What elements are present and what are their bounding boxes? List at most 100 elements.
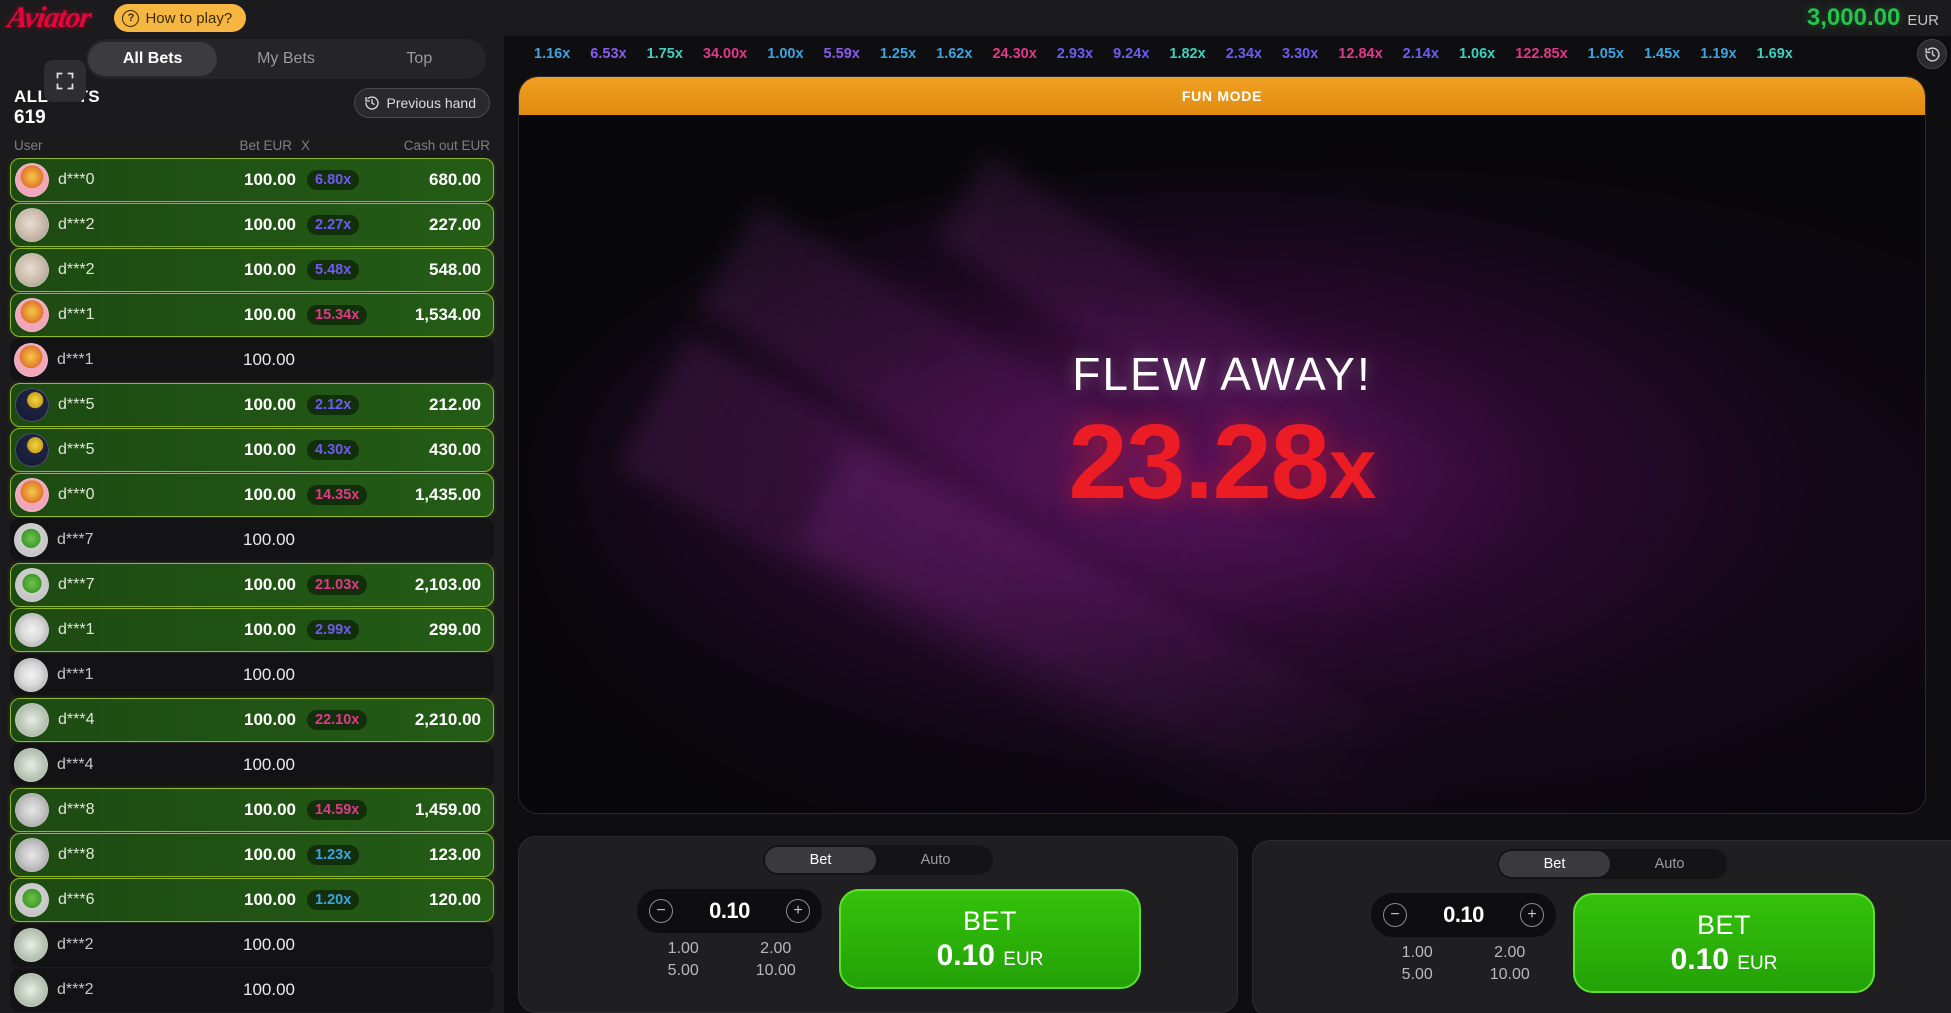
bet-amount: 100.00 bbox=[244, 485, 296, 504]
multiplier-history-chip[interactable]: 2.34x bbox=[1216, 46, 1272, 62]
avatar bbox=[15, 838, 49, 872]
table-row[interactable]: d***1 100.00 2.99x 299.00 bbox=[10, 608, 494, 652]
bet-multiplier-cell: 15.34x bbox=[296, 305, 382, 325]
table-row[interactable]: d***0 100.00 14.35x 1,435.00 bbox=[10, 473, 494, 517]
bet-user-name: d***5 bbox=[58, 441, 95, 458]
aviator-game-window: Aviator ? How to play? 3,000.00 EUR All … bbox=[0, 0, 1951, 1013]
game-area: 1.16x 6.53x 1.75x 34.00x 1.00x 5.59x 1.25x 1.62… bbox=[518, 36, 1951, 826]
quick-stake-1[interactable]: 1.00 bbox=[1371, 944, 1464, 962]
balance-display: 3,000.00 EUR bbox=[1807, 4, 1939, 32]
bet-multiplier-chip: 21.03x bbox=[307, 575, 368, 595]
bet-auto-toggle-left: Bet Auto bbox=[763, 845, 993, 875]
avatar bbox=[15, 703, 49, 737]
bet-multiplier-chip: 15.34x bbox=[307, 305, 368, 325]
multiplier-history-chip[interactable]: 1.19x bbox=[1690, 46, 1746, 62]
multiplier-history-chip[interactable]: 5.59x bbox=[814, 46, 870, 62]
quick-stake-10[interactable]: 10.00 bbox=[730, 962, 823, 980]
bet-amount: 100.00 bbox=[244, 215, 296, 234]
bet-multiplier-chip: 5.48x bbox=[307, 260, 360, 280]
table-row[interactable]: d***2 100.00 bbox=[10, 968, 494, 1012]
table-row[interactable]: d***2 100.00 5.48x 548.00 bbox=[10, 248, 494, 292]
multiplier-history-chip[interactable]: 12.84x bbox=[1328, 46, 1392, 62]
multiplier-history-chip[interactable]: 1.82x bbox=[1159, 46, 1215, 62]
table-row[interactable]: d***5 100.00 2.12x 212.00 bbox=[10, 383, 494, 427]
tab-my-bets[interactable]: My Bets bbox=[221, 42, 350, 76]
bet-multiplier-chip: 2.12x bbox=[307, 395, 360, 415]
multiplier-history-chip[interactable]: 1.45x bbox=[1634, 46, 1690, 62]
previous-hand-button[interactable]: Previous hand bbox=[354, 88, 490, 118]
table-row[interactable]: d***4 100.00 22.10x 2,210.00 bbox=[10, 698, 494, 742]
multiplier-history-chip[interactable]: 6.53x bbox=[580, 46, 636, 62]
avatar bbox=[14, 748, 48, 782]
table-row[interactable]: d***1 100.00 15.34x 1,534.00 bbox=[10, 293, 494, 337]
fullscreen-icon[interactable] bbox=[44, 60, 86, 102]
multiplier-history-chip[interactable]: 2.93x bbox=[1047, 46, 1103, 62]
bet-cash-out: 120.00 bbox=[429, 890, 481, 909]
multiplier-history-chip[interactable]: 1.75x bbox=[637, 46, 693, 62]
quick-stake-1[interactable]: 1.00 bbox=[637, 940, 730, 958]
table-row[interactable]: d***0 100.00 6.80x 680.00 bbox=[10, 158, 494, 202]
quick-stake-5[interactable]: 5.00 bbox=[1371, 966, 1464, 984]
column-multiplier: X bbox=[301, 137, 311, 153]
multiplier-history-chip[interactable]: 3.30x bbox=[1272, 46, 1328, 62]
table-row[interactable]: d***4 100.00 bbox=[10, 743, 494, 787]
bet-multiplier-chip: 4.30x bbox=[307, 440, 360, 460]
table-row[interactable]: d***8 100.00 1.23x 123.00 bbox=[10, 833, 494, 877]
quick-stake-2[interactable]: 2.00 bbox=[1464, 944, 1557, 962]
tab-top[interactable]: Top bbox=[355, 42, 484, 76]
stake-value-left[interactable]: 0.10 bbox=[709, 898, 750, 924]
multiplier-history-chip[interactable]: 9.24x bbox=[1103, 46, 1159, 62]
tab-all-bets[interactable]: All Bets bbox=[88, 42, 218, 76]
multiplier-history-chip[interactable]: 122.85x bbox=[1505, 46, 1577, 62]
bet-multiplier-cell: 21.03x bbox=[296, 575, 382, 595]
bet-cash-out: 430.00 bbox=[429, 440, 481, 459]
tab-auto-right[interactable]: Auto bbox=[1614, 851, 1725, 877]
place-bet-label-left: BET bbox=[962, 905, 1017, 936]
bet-amount: 100.00 bbox=[244, 575, 296, 594]
table-row[interactable]: d***6 100.00 1.20x 120.00 bbox=[10, 878, 494, 922]
multiplier-history-chip[interactable]: 1.00x bbox=[757, 46, 813, 62]
table-row[interactable]: d***7 100.00 21.03x 2,103.00 bbox=[10, 563, 494, 607]
table-row[interactable]: d***2 100.00 2.27x 227.00 bbox=[10, 203, 494, 247]
stake-controls-left: − 0.10 + 1.00 2.00 5.00 10.00 bbox=[637, 889, 822, 980]
round-history-icon[interactable] bbox=[1917, 39, 1947, 69]
multiplier-history-chip[interactable]: 34.00x bbox=[693, 46, 757, 62]
bet-multiplier-chip: 14.59x bbox=[307, 800, 368, 820]
table-row[interactable]: d***1 100.00 bbox=[10, 653, 494, 697]
plus-icon[interactable]: + bbox=[785, 899, 810, 923]
multiplier-history-chip[interactable]: 1.06x bbox=[1449, 46, 1505, 62]
table-row[interactable]: d***2 100.00 bbox=[10, 923, 494, 967]
table-row[interactable]: d***7 100.00 bbox=[10, 518, 494, 562]
tab-auto-left[interactable]: Auto bbox=[880, 847, 991, 873]
multiplier-history-chip[interactable]: 2.14x bbox=[1393, 46, 1449, 62]
all-bets-panel: All Bets My Bets Top ALL BETS 619 Previo… bbox=[0, 36, 504, 1013]
tab-bet-left[interactable]: Bet bbox=[765, 847, 876, 873]
column-cash-out: Cash out EUR bbox=[403, 137, 490, 153]
place-bet-button-left[interactable]: BET 0.10 EUR bbox=[839, 889, 1141, 989]
multiplier-history-chip[interactable]: 1.05x bbox=[1578, 46, 1634, 62]
how-to-play-button[interactable]: ? How to play? bbox=[114, 4, 247, 32]
multiplier-history-chip[interactable]: 24.30x bbox=[982, 46, 1046, 62]
quick-stake-10[interactable]: 10.00 bbox=[1464, 966, 1557, 984]
place-bet-button-right[interactable]: BET 0.10 EUR bbox=[1573, 893, 1875, 993]
minus-icon[interactable]: − bbox=[1383, 903, 1407, 927]
multiplier-history-chip[interactable]: 1.69x bbox=[1747, 46, 1803, 62]
table-row[interactable]: d***8 100.00 14.59x 1,459.00 bbox=[10, 788, 494, 832]
multiplier-history-chip[interactable]: 1.16x bbox=[524, 46, 580, 62]
bets-list[interactable]: d***0 100.00 6.80x 680.00 d***2 100.00 2.27x 22… bbox=[0, 158, 504, 1013]
bet-user-name: d***1 bbox=[58, 621, 95, 638]
multiplier-history-chip[interactable]: 1.25x bbox=[870, 46, 926, 62]
place-bet-amount-left: 0.10 EUR bbox=[937, 939, 1044, 973]
table-row[interactable]: d***5 100.00 4.30x 430.00 bbox=[10, 428, 494, 472]
quick-stake-5[interactable]: 5.00 bbox=[637, 962, 730, 980]
bet-amount: 100.00 bbox=[243, 980, 295, 999]
table-row[interactable]: d***1 100.00 bbox=[10, 338, 494, 382]
bet-multiplier-cell: 22.10x bbox=[296, 710, 382, 730]
minus-icon[interactable]: − bbox=[649, 899, 673, 923]
quick-stake-2[interactable]: 2.00 bbox=[730, 940, 823, 958]
stake-value-right[interactable]: 0.10 bbox=[1443, 902, 1484, 928]
plus-icon[interactable]: + bbox=[1519, 903, 1544, 927]
tab-bet-right[interactable]: Bet bbox=[1499, 851, 1610, 877]
multiplier-history-chip[interactable]: 1.62x bbox=[926, 46, 982, 62]
stake-controls-right: − 0.10 + 1.00 2.00 5.00 10.00 bbox=[1371, 893, 1556, 984]
